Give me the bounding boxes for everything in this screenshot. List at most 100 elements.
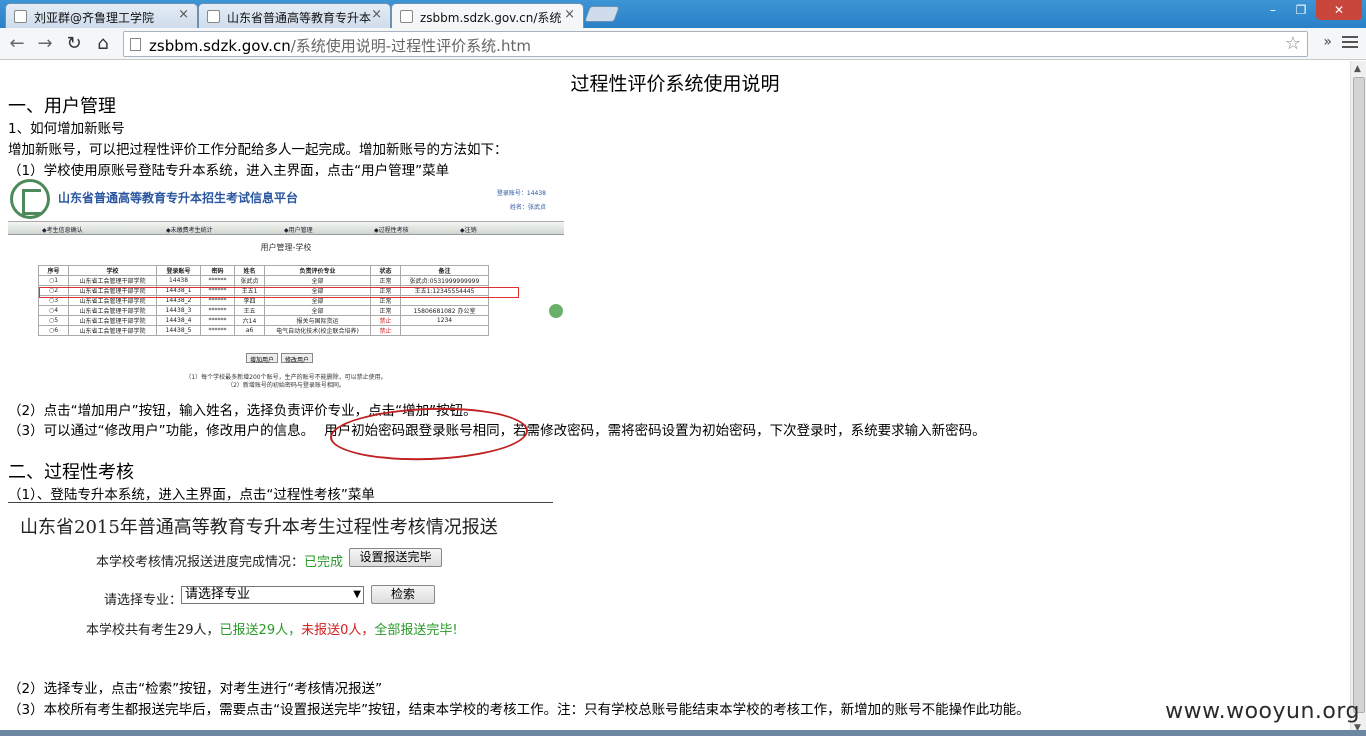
page-content: 过程性评价系统使用说明 一、用户管理 1、如何增加新账号 增加新账号，可以把过程… (0, 61, 1350, 736)
tab-3-active[interactable]: zsbbm.sdzk.gov.cn/系统 × (391, 3, 584, 28)
table-cell: ○6 (38, 325, 69, 336)
table-cell: 张武贞 (234, 275, 265, 286)
scrollbar-thumb[interactable] (1353, 77, 1365, 713)
address-bar[interactable]: zsbbm.sdzk.gov.cn/系统使用说明-过程性评价系统.htm ☆ (123, 31, 1308, 57)
nav-item[interactable]: ◆过程性考核 (374, 225, 409, 234)
taskbar-edge (0, 730, 1366, 736)
table-cell: 全部 (264, 275, 371, 286)
column-header: 登录账号 (156, 265, 201, 276)
nav-item[interactable]: ◆未缴费考生统计 (166, 225, 213, 234)
close-window-button[interactable]: ✕ (1316, 0, 1362, 20)
column-header: 密码 (200, 265, 235, 276)
table-row[interactable]: ○1 山东省工会管理干部学院 14438 ****** 张武贞 全部 正常 张武贞:05319… (38, 275, 489, 286)
login-account: 登录账号：14438 (496, 190, 546, 197)
back-icon[interactable]: ← (6, 33, 28, 55)
column-header: 状态 (370, 265, 401, 276)
table-row[interactable]: ○5 山东省工会管理干部学院 14438_4 ****** 六14 报关与国际货运 禁止 12… (38, 315, 489, 326)
table-cell: 正常 (370, 275, 401, 286)
progress-line: 本学校考核情况报送进度完成情况：已完成 (96, 555, 344, 570)
chevron-down-icon: ▼ (353, 589, 361, 600)
table-cell: 全部 (264, 305, 371, 316)
search-button[interactable]: 检索 (371, 585, 435, 604)
reload-icon[interactable]: ↻ (63, 33, 85, 55)
table-cell: 禁止 (370, 315, 401, 326)
table-cell: 电气自动化技术(校企联合培养) (264, 325, 371, 336)
column-header: 姓名 (234, 265, 265, 276)
nav-item[interactable]: ◆用户管理 (284, 225, 313, 234)
page-title: 过程性评价系统使用说明 (570, 73, 780, 95)
platform-nav: ◆考生信息确认 ◆未缴费考生统计 ◆用户管理 ◆过程性考核 ◆注销 (8, 221, 564, 235)
scroll-up-icon[interactable]: ▲ (1354, 64, 1361, 74)
tab-label: zsbbm.sdzk.gov.cn/系统 (420, 11, 562, 25)
table-cell: 15806681082 办公室 (400, 305, 489, 316)
page-icon (400, 10, 413, 23)
table-cell: 山东省工会管理干部学院 (68, 315, 157, 326)
close-icon[interactable]: × (371, 7, 382, 22)
nav-item[interactable]: ◆考生信息确认 (42, 225, 83, 234)
bookmark-star-icon[interactable]: ☆ (1285, 33, 1301, 54)
add-user-button[interactable]: 增加用户 (246, 353, 279, 364)
vertical-scrollbar[interactable]: ▲ ▼ (1350, 61, 1366, 736)
table-cell: 14438_5 (156, 325, 201, 336)
table-cell: ****** (200, 315, 235, 326)
user-table: 序号 学校 登录账号 密码 姓名 负责评价专业 状态 备注 ○1 山东省工会管理干… (38, 265, 489, 336)
edit-user-button[interactable]: 修改用户 (281, 353, 314, 364)
table-cell: 山东省工会管理干部学院 (68, 325, 157, 336)
section-heading-user-management: 一、用户管理 (8, 96, 116, 117)
table-cell: 报关与国际货运 (264, 315, 371, 326)
column-header: 序号 (38, 265, 69, 276)
table-cell: ****** (200, 325, 235, 336)
forward-icon[interactable]: → (34, 33, 56, 55)
menu-icon[interactable] (1342, 36, 1358, 50)
nav-item[interactable]: ◆注销 (460, 225, 477, 234)
table-cell: 山东省工会管理干部学院 (68, 275, 157, 286)
s2-step-2-text: （2）选择专业，点击“检索”按钮，对考生进行“考核情况报送” (8, 681, 383, 697)
scroll-top-icon (549, 304, 563, 318)
tab-label: 刘亚群@齐鲁理工学院 (34, 11, 155, 25)
paragraph-intro: 增加新账号，可以把过程性评价工作分配给多人一起完成。增加新账号的方法如下： (8, 142, 508, 158)
column-header: 负责评价专业 (264, 265, 371, 276)
extensions-overflow-button[interactable]: » (1323, 34, 1332, 50)
browser-tab-strip: 刘亚群@齐鲁理工学院 × 山东省普通高等教育专升本 × zsbbm.sdzk.g… (0, 0, 1366, 28)
major-select[interactable]: 请选择专业 ▼ (181, 586, 364, 604)
close-icon[interactable]: × (564, 7, 575, 22)
table-cell: 14438_4 (156, 315, 201, 326)
school-logo (10, 179, 50, 219)
new-tab-button[interactable] (584, 6, 620, 22)
maximize-button[interactable]: ❐ (1288, 0, 1314, 20)
platform-title: 山东省普通高等教育专升本招生考试信息平台 (58, 191, 299, 205)
browser-toolbar: ← → ↻ ⌂ zsbbm.sdzk.gov.cn/系统使用说明-过程性评价系统… (0, 28, 1366, 60)
login-name: 姓名：张武贞 (509, 204, 546, 211)
table-row[interactable]: ○6 山东省工会管理干部学院 14438_5 ****** a6 电气自动化技术(校企联合… (38, 325, 489, 336)
page-icon (130, 38, 141, 51)
table-cell: ○4 (38, 305, 69, 316)
assessment-report-screenshot: 山东省2015年普通高等教育专升本考生过程性考核情况报送 本学校考核情况报送进度… (8, 502, 553, 652)
table-cell: 正常 (370, 305, 401, 316)
s2-step-3-text: （3）本校所有考生都报送完毕后，需要点击“设置报送完毕”按钮，结束本学校的考核工… (8, 702, 1030, 718)
select-label: 请选择专业： (104, 593, 183, 608)
column-header: 学校 (68, 265, 157, 276)
table-row[interactable]: ○4 山东省工会管理干部学院 14438_3 ****** 王五 全部 正常 15806681… (38, 305, 489, 316)
tab-2[interactable]: 山东省普通高等教育专升本 × (198, 3, 391, 28)
table-cell: 王五 (234, 305, 265, 316)
table-header-row: 序号 学校 登录账号 密码 姓名 负责评价专业 状态 备注 (38, 265, 489, 276)
tab-1[interactable]: 刘亚群@齐鲁理工学院 × (5, 3, 198, 28)
minimize-button[interactable]: – (1260, 0, 1286, 20)
home-icon[interactable]: ⌂ (92, 33, 114, 55)
table-cell: 山东省工会管理干部学院 (68, 305, 157, 316)
report-title: 山东省2015年普通高等教育专升本考生过程性考核情况报送 (20, 517, 498, 538)
section-heading-process-assessment: 二、过程性考核 (8, 462, 134, 483)
table-caption: 用户管理-学校 (260, 243, 312, 252)
table-cell: a6 (234, 325, 265, 336)
watermark: www.wooyun.org (1165, 699, 1360, 724)
close-icon[interactable]: × (178, 7, 189, 22)
subheading-add-account: 1、如何增加新账号 (8, 121, 125, 137)
note-2: （2）新增账号的初始密码与登录账号相同。 (227, 382, 345, 389)
table-cell: ○1 (38, 275, 69, 286)
set-done-button[interactable]: 设置报送完毕 (349, 548, 442, 567)
table-cell: 张武贞:0531999999999 (400, 275, 489, 286)
url-text: zsbbm.sdzk.gov.cn/系统使用说明-过程性评价系统.htm (149, 37, 531, 55)
table-cell: ****** (200, 305, 235, 316)
summary-line: 本学校共有考生29人，已报送29人，未报送0人，全部报送完毕! (86, 623, 458, 638)
table-cell: ****** (200, 275, 235, 286)
